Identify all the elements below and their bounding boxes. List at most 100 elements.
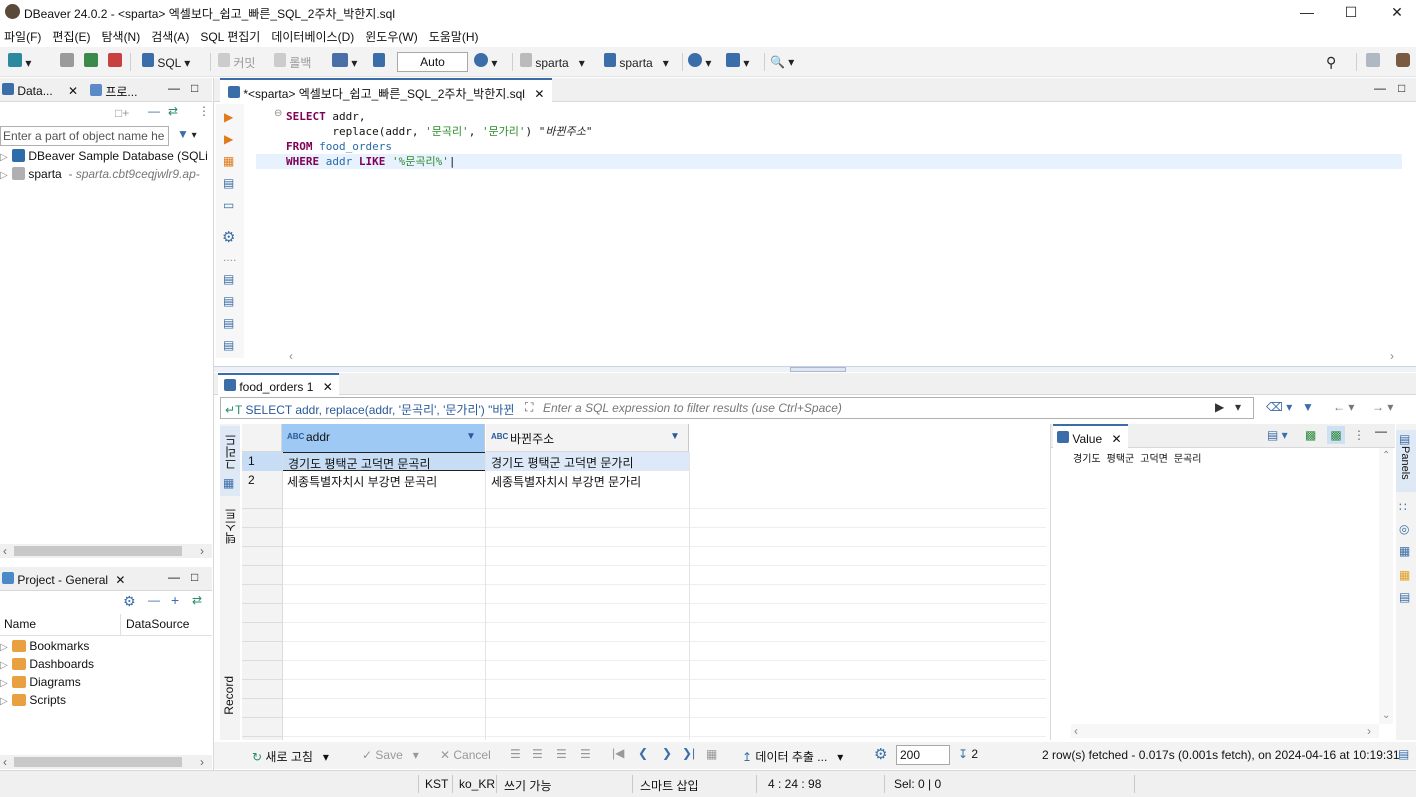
cell[interactable]: 경기도 평택군 고덕면 문곡리 [282,452,486,471]
link-editor-icon[interactable]: ⇄ [168,104,178,118]
transaction-mode-input[interactable]: Auto [397,52,468,72]
table-row[interactable]: 1 경기도 평택군 고덕면 문곡리 경기도 평택군 고덕면 문가리 [242,452,690,471]
value-hscrollbar[interactable]: ‹ › [1071,724,1379,738]
cell[interactable]: 세종특별자치시 부강면 문곡리 [282,471,486,490]
tab-text[interactable]: 텍스트 [220,504,240,574]
panel-icon[interactable]: ▤ [1399,590,1410,604]
menu-search[interactable]: 검색(A) [147,24,196,45]
new-folder-icon[interactable]: □+ [115,106,129,120]
fetch-all-icon[interactable]: ▦ [706,747,717,761]
object-filter-input[interactable]: Enter a part of object name he [0,126,169,146]
sort-icon[interactable]: ▼ [670,431,680,442]
results-tab[interactable]: food_orders 1 ✕ [218,373,339,395]
tree-item-scripts[interactable]: ▷ Scripts [0,691,212,709]
navigator-hscrollbar[interactable]: ‹ › [0,544,212,558]
save-value-icon[interactable]: ▩ [1305,428,1316,442]
close-window-button[interactable]: ✕ [1374,0,1416,24]
save-button[interactable]: ✓ Save ▾ [362,748,419,762]
tab-database-navigator[interactable]: Data... ✕ [2,83,78,98]
panel-toggle-icon[interactable]: ▤ [1398,747,1409,761]
file-icon[interactable]: ▤ [223,294,234,308]
tab-record[interactable]: Record [220,674,240,740]
tree-item-sparta[interactable]: ▷ sparta - sparta.cbt9ceqjwlr9.ap- [0,165,212,183]
auto-save-icon[interactable]: ▩ [1327,426,1345,444]
edit-row-icon[interactable]: ☰ [510,747,521,761]
editor-hscrollbar[interactable]: ‹ › [286,349,1402,363]
settings-icon[interactable]: ⚙ [123,593,136,610]
tab-grid[interactable]: 그리드 ▦ [220,426,240,496]
close-tab-icon[interactable]: ✕ [534,87,544,101]
close-icon[interactable]: ✕ [115,573,125,587]
settings-icon[interactable]: ⚙ [874,745,887,763]
editor-sash[interactable] [214,366,1416,372]
link-icon[interactable]: ⇄ [192,593,202,607]
panel-icon[interactable]: ∷ [1399,500,1407,514]
next-page-icon[interactable]: ❯ [662,746,672,760]
menu-navigate[interactable]: 탐색(N) [97,24,147,45]
explain-plan-icon[interactable]: ▤ [223,176,234,190]
filter-icon[interactable]: ▼ ▾ [177,127,197,141]
tab-projects[interactable]: 프로... [90,83,137,100]
maximize-panel-icon[interactable]: □ [191,81,198,95]
fetch-size-input[interactable]: 200 [896,745,950,765]
filter-input[interactable]: Enter a SQL expression to filter results… [543,401,842,415]
rollback-button[interactable]: 롤백 [274,53,311,71]
panel-icon[interactable]: ◎ [1399,522,1409,536]
tab-panels[interactable]: ▤ Panels [1396,430,1416,492]
minimize-editor-icon[interactable]: — [1374,81,1386,95]
sql-editor-button[interactable]: SQL ▾ [142,53,190,71]
tree-item-diagrams[interactable]: ▷ Diagrams [0,673,212,691]
refresh-button[interactable]: ↻ 새로 고침 ▾ [252,748,329,765]
format-icon[interactable]: ▤ [223,316,234,330]
maximize-button[interactable]: ☐ [1328,0,1374,24]
tree-item-sample-db[interactable]: ▷ DBeaver Sample Database (SQLi [0,147,212,165]
sql-editor[interactable]: ⊖ SELECT addr, replace(addr, '문곡리', '문가리… [256,108,1402,348]
cancel-button[interactable]: ✕ Cancel [440,748,491,762]
project-hscrollbar[interactable]: ‹ › [0,755,212,769]
menu-database[interactable]: 데이터베이스(D) [267,24,361,45]
close-icon[interactable]: ✕ [68,84,78,98]
row-count-button[interactable]: ↧ 2 [958,747,978,761]
minimize-panel-icon[interactable]: — [168,570,180,584]
cell[interactable]: 세종특별자치시 부강면 문가리 [486,471,690,490]
menu-help[interactable]: 도움말(H) [425,24,486,45]
tree-item-dashboards[interactable]: ▷ Dashboards [0,655,212,673]
disconnect-icon[interactable] [60,53,74,71]
maximize-panel-icon[interactable]: □ [191,570,198,584]
query-preview[interactable]: ↵T SELECT addr, replace(addr, '문곡리', '문가… [225,401,519,418]
cell[interactable]: 경기도 평택군 고덕면 문가리 [486,452,690,471]
reconnect-icon[interactable] [84,53,98,71]
value-content[interactable]: 경기도 평택군 고덕면 문곡리 [1073,450,1201,465]
value-vscrollbar[interactable]: ⌃ ⌄ [1379,448,1393,724]
minimize-panel-icon[interactable]: — [168,81,180,95]
add-row-icon[interactable]: ☰ [532,747,543,761]
table-row[interactable]: 2 세종특별자치시 부강면 문곡리 세종특별자치시 부강면 문가리 [242,471,690,490]
filter-history-icon[interactable]: ▾ [1235,400,1241,414]
menu-edit[interactable]: 편집(E) [48,24,97,45]
column-header-new-addr[interactable]: ABC 바뀐주소 ▼ [486,424,689,452]
maximize-editor-icon[interactable]: □ [1398,81,1405,95]
apply-filter-icon[interactable]: ▶ [1215,400,1224,414]
view-menu-icon[interactable]: ⋮ [198,104,210,118]
export-icon[interactable]: ▤ [223,272,234,286]
menu-sql-editor[interactable]: SQL 편집기 [196,24,267,45]
collapse-icon[interactable]: — [148,593,160,607]
menu-file[interactable]: 파일(F) [0,24,48,45]
close-tab-icon[interactable]: ✕ [1112,432,1122,446]
settings-icon[interactable]: ⚙ [222,228,235,246]
eraser-icon[interactable]: ⌫ ▾ [1266,400,1292,414]
filter-settings-icon[interactable]: ▼ [1302,400,1314,414]
copy-row-icon[interactable]: ☰ [556,747,567,761]
lock-icon[interactable] [373,53,385,71]
first-page-icon[interactable]: |◀ [612,746,624,760]
execute-new-tab-icon[interactable]: ▶ [224,132,233,146]
tree-item-bookmarks[interactable]: ▷ Bookmarks [0,637,212,655]
content-viewer-icon[interactable]: ▤ ▾ [1267,428,1288,442]
value-tab[interactable]: Value ✕ [1053,424,1128,448]
invalidate-icon[interactable] [108,53,122,71]
commit-button[interactable]: 커밋 [218,53,255,71]
view-menu-icon[interactable]: ⋮ [1353,428,1365,442]
export-button[interactable]: ↥ 데이터 추출 ... ▾ [742,748,843,765]
forward-icon[interactable]: → ▾ [1372,400,1393,414]
execute-script-icon[interactable]: ▦ [223,154,234,168]
